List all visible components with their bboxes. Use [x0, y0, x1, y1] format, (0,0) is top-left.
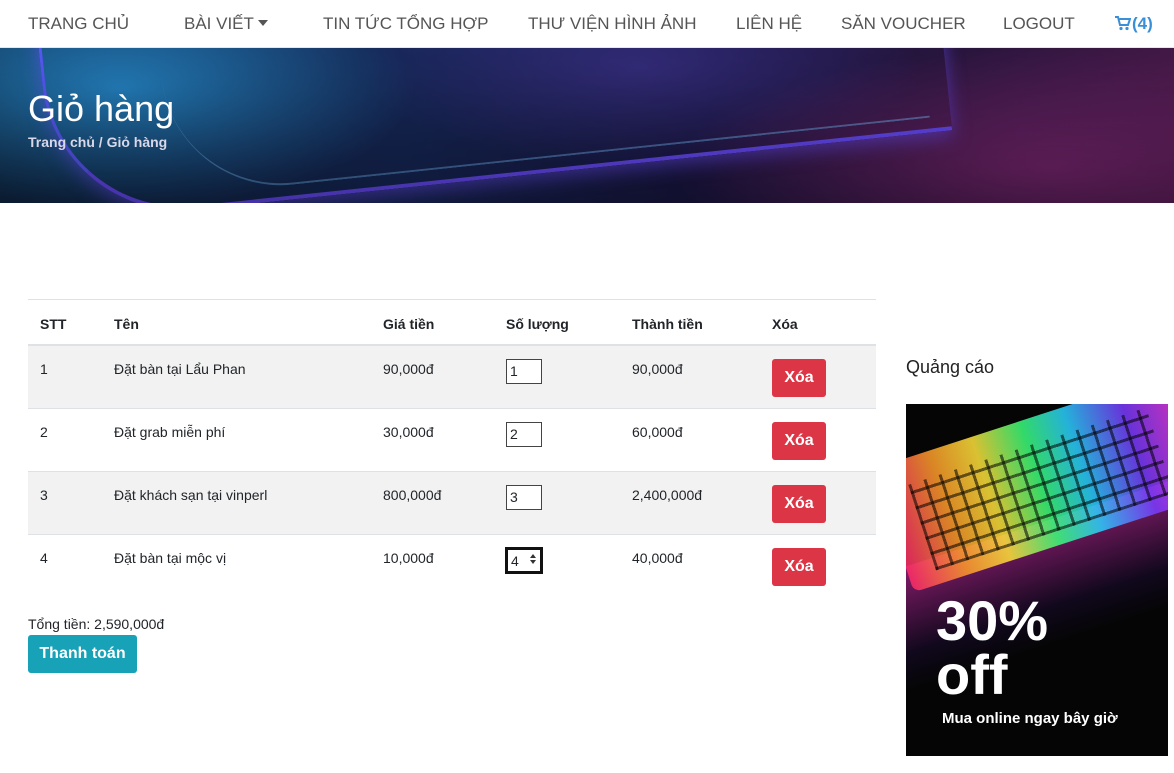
table-header-row: STT Tên Giá tiền Số lượng Thành tiền Xóa: [28, 300, 876, 346]
delete-button[interactable]: Xóa: [772, 422, 826, 460]
ad-banner[interactable]: 30% off Mua online ngay bây giờ: [906, 404, 1168, 756]
column-header-subtotal: Thành tiền: [632, 316, 703, 332]
row-price: 10,000đ: [383, 550, 434, 566]
row-item-name: Đặt khách sạn tại vinperl: [114, 487, 268, 503]
quantity-value: 4: [511, 553, 519, 569]
row-item-name: Đặt bàn tại mộc vị: [114, 550, 227, 566]
column-header-price: Giá tiền: [383, 316, 435, 332]
checkout-button[interactable]: Thanh toán: [28, 635, 137, 673]
row-subtotal: 2,400,000đ: [632, 487, 703, 503]
row-price: 800,000đ: [383, 487, 442, 503]
ad-heading: Quảng cáo: [906, 357, 995, 377]
nav-logout-link[interactable]: LOGOUT: [1003, 0, 1075, 48]
breadcrumb[interactable]: Trang chủ / Giỏ hàng: [28, 134, 167, 150]
table-row: 1 Đặt bàn tại Lẩu Phan 90,000đ 1 90,000đ…: [28, 346, 876, 409]
caret-down-icon: [257, 20, 268, 26]
row-price: 30,000đ: [383, 424, 434, 440]
nav-home-link[interactable]: TRANG CHỦ: [28, 0, 129, 48]
quantity-input[interactable]: 1: [506, 359, 542, 384]
page-banner: Giỏ hàng Trang chủ / Giỏ hàng: [0, 48, 1174, 203]
column-header-delete: Xóa: [772, 316, 798, 332]
row-subtotal: 40,000đ: [632, 550, 683, 566]
quantity-input[interactable]: 3: [506, 485, 542, 510]
ad-discount-percent: 30%: [936, 589, 1049, 652]
delete-button[interactable]: Xóa: [772, 359, 826, 397]
spin-down-icon[interactable]: [530, 560, 536, 564]
quantity-spinner[interactable]: [528, 552, 538, 570]
cart-total: Tổng tiền: 2,590,000đ: [28, 616, 165, 632]
delete-button[interactable]: Xóa: [772, 485, 826, 523]
column-header-quantity: Số lượng: [506, 316, 569, 332]
ad-discount-off: off: [936, 643, 1008, 706]
cart-table: STT Tên Giá tiền Số lượng Thành tiền Xóa…: [28, 299, 876, 598]
row-stt: 4: [40, 550, 48, 566]
nav-news-link[interactable]: TIN TỨC TỔNG HỢP: [323, 0, 488, 48]
row-stt: 2: [40, 424, 48, 440]
table-row: 2 Đặt grab miễn phí 30,000đ 2 60,000đ Xó…: [28, 409, 876, 472]
nav-gallery-link[interactable]: THƯ VIỆN HÌNH ẢNH: [528, 0, 696, 48]
row-stt: 3: [40, 487, 48, 503]
delete-button[interactable]: Xóa: [772, 548, 826, 586]
table-row: 3 Đặt khách sạn tại vinperl 800,000đ 3 2…: [28, 472, 876, 535]
row-stt: 1: [40, 361, 48, 377]
table-row: 4 Đặt bàn tại mộc vị 10,000đ 4 40,000đ X…: [28, 535, 876, 598]
quantity-input[interactable]: 4: [505, 547, 543, 574]
row-subtotal: 90,000đ: [632, 361, 683, 377]
column-header-stt: STT: [40, 316, 67, 332]
page-title: Giỏ hàng: [28, 88, 175, 129]
column-header-name: Tên: [114, 316, 139, 332]
row-price: 90,000đ: [383, 361, 434, 377]
row-item-name: Đặt grab miễn phí: [114, 424, 226, 440]
nav-voucher-link[interactable]: SĂN VOUCHER: [841, 0, 966, 48]
nav-contact-link[interactable]: LIÊN HỆ: [736, 0, 802, 48]
banner-overlay: [0, 48, 1174, 203]
cart-icon: [1115, 16, 1132, 31]
cart-count: (4): [1132, 14, 1153, 33]
ad-cta-text: Mua online ngay bây giờ: [942, 710, 1118, 727]
row-item-name: Đặt bàn tại Lẩu Phan: [114, 361, 246, 377]
row-subtotal: 60,000đ: [632, 424, 683, 440]
quantity-input[interactable]: 2: [506, 422, 542, 447]
nav-cart-link[interactable]: (4): [1115, 0, 1153, 48]
nav-posts-label: BÀI VIẾT: [184, 14, 254, 33]
spin-up-icon[interactable]: [530, 554, 536, 558]
nav-posts-dropdown[interactable]: BÀI VIẾT: [184, 0, 268, 48]
top-navbar: TRANG CHỦ BÀI VIẾT TIN TỨC TỔNG HỢP THƯ …: [0, 0, 1174, 48]
